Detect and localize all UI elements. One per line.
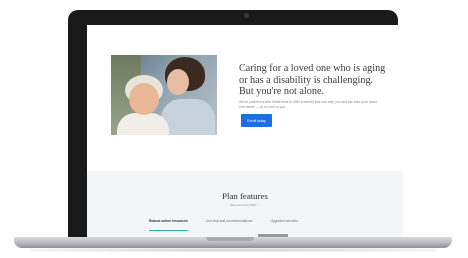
laptop-notch <box>206 237 254 241</box>
plan-features-section: Plan features View summary PDF → Robust … <box>87 171 403 237</box>
tab-upgraded-services[interactable]: Upgraded services <box>270 219 298 231</box>
photo-figure-daughter-face <box>167 69 189 95</box>
summary-pdf-link[interactable]: View summary PDF → <box>87 203 403 207</box>
laptop-screen: Caring for a loved one who is aging or h… <box>87 25 403 237</box>
photo-figure-mother-face <box>129 83 159 115</box>
photo-figure-mother-body <box>117 113 169 135</box>
tab-live-chat[interactable]: Live chat and recommendations <box>206 219 253 231</box>
features-title: Plan features <box>222 191 268 201</box>
hero-photo <box>111 55 217 135</box>
laptop-shadow <box>30 248 436 252</box>
features-tabs: Robust online resources Live chat and re… <box>149 219 349 231</box>
photo-figure-daughter-body <box>161 99 215 135</box>
hero-subtext: We've partnered with HelloHome to offer … <box>239 100 377 109</box>
enroll-button[interactable]: Enroll today <box>241 114 272 127</box>
tab-online-resources[interactable]: Robust online resources <box>149 219 188 231</box>
hero-headline: Caring for a loved one who is aging or h… <box>239 63 386 97</box>
camera-icon <box>244 13 249 18</box>
